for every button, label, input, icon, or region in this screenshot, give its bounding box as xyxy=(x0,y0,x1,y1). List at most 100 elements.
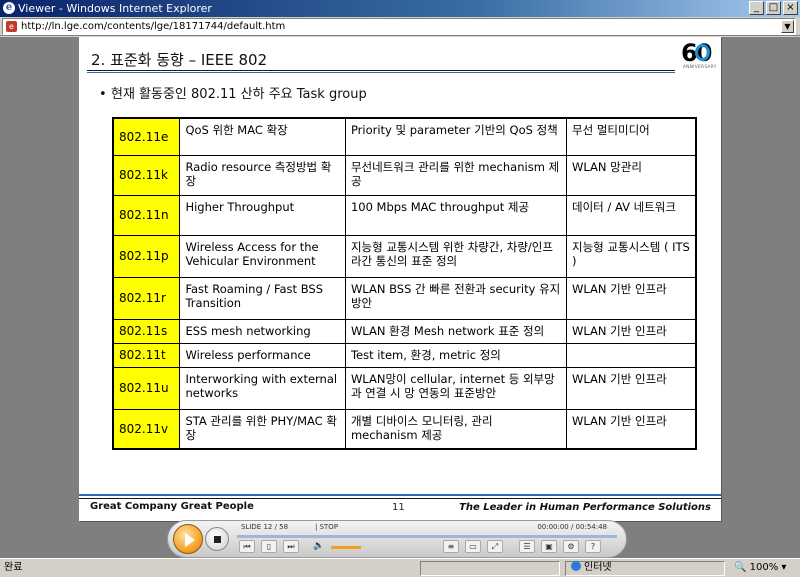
task-group-application: 데이터 / AV 네트워크 xyxy=(566,194,697,236)
table-row: 802.11p Wireless Access for the Vehicular… xyxy=(112,234,697,278)
stop-button[interactable] xyxy=(205,527,229,551)
task-group-code: 802.11k xyxy=(112,154,181,196)
logo-subtitle: ANNIVERSARY xyxy=(683,64,717,69)
zoom-control[interactable]: 🔍 100% ▾ xyxy=(734,559,786,577)
footer-divider-accent xyxy=(79,494,721,496)
play-button[interactable] xyxy=(173,524,203,554)
table-row: 802.11k Radio resource 측정방법 확장 무선네트워크 관리를 … xyxy=(112,154,697,196)
fit-screen-button[interactable]: ▭ xyxy=(465,540,481,553)
task-group-application: WLAN 기반 인프라 xyxy=(566,276,697,320)
zoom-level: 100% xyxy=(749,562,779,573)
footer-tagline: The Leader in Human Performance Solution… xyxy=(459,502,711,513)
maximize-button[interactable]: □ xyxy=(766,1,781,15)
player-display: SLIDE 12 / 58 | STOP 00:00:00 / 00:54:48 xyxy=(233,522,615,533)
task-group-name: Fast Roaming / Fast BSS Transition xyxy=(179,276,346,320)
status-bar: 완료 인터넷 🔍 100% ▾ xyxy=(0,558,800,577)
security-zone: 인터넷 xyxy=(571,559,612,577)
task-group-description: 지능형 교통시스템 위한 차량간, 차량/인프라간 통신의 표준 정의 xyxy=(344,234,568,278)
window-title-bar: e Viewer - Windows Internet Explorer _ □… xyxy=(0,0,800,17)
fullscreen-button[interactable]: ⤢ xyxy=(487,540,503,553)
title-divider xyxy=(87,70,675,71)
task-group-application xyxy=(566,342,697,368)
presentation-player: SLIDE 12 / 58 | STOP 00:00:00 / 00:54:48… xyxy=(167,520,627,558)
task-group-code: 802.11r xyxy=(112,276,181,320)
task-group-description: WLAN BSS 간 빠른 전환과 security 유지 방안 xyxy=(344,276,568,320)
progress-bar[interactable] xyxy=(237,535,617,538)
logo-ring-icon xyxy=(695,44,710,61)
slide-title: 2. 표준화 동향 – IEEE 802 xyxy=(91,51,268,69)
volume-icon[interactable]: 🔈 xyxy=(313,541,324,551)
table-row: 802.11n Higher Throughput 100 Mbps MAC thr… xyxy=(112,194,697,236)
browser-viewport: 2. 표준화 동향 – IEEE 802 60 ANNIVERSARY • 현재 … xyxy=(0,37,800,558)
table-row: 802.11e QoS 위한 MAC 확장 Priority 및 parameter… xyxy=(112,117,697,156)
slide-list-button[interactable]: ▯ xyxy=(261,540,277,553)
task-group-name: Wireless performance xyxy=(179,342,346,368)
task-group-application: WLAN 망관리 xyxy=(566,154,697,196)
task-group-name: Radio resource 측정방법 확장 xyxy=(179,154,346,196)
window-title: Viewer - Windows Internet Explorer xyxy=(18,2,212,15)
task-group-description: 100 Mbps MAC throughput 제공 xyxy=(344,194,568,236)
close-button[interactable]: × xyxy=(783,1,798,15)
table-row: 802.11s ESS mesh networking WLAN 환경 Mesh n… xyxy=(112,318,697,344)
previous-slide-button[interactable]: ⏮ xyxy=(239,540,255,553)
task-group-name: Interworking with external networks xyxy=(179,366,346,410)
status-text: 완료 xyxy=(4,562,23,573)
task-group-application: 무선 멀티미디어 xyxy=(566,117,697,156)
task-group-code: 802.11p xyxy=(112,234,181,278)
task-group-code: 802.11n xyxy=(112,194,181,236)
task-group-application: WLAN 기반 인프라 xyxy=(566,366,697,410)
title-divider-accent xyxy=(87,72,675,73)
task-group-code: 802.11v xyxy=(112,408,181,450)
ie-icon: e xyxy=(3,2,15,14)
task-group-description: 무선네트워크 관리를 위한 mechanism 제공 xyxy=(344,154,568,196)
address-bar: e http://ln.lge.com/contents/lge/1817174… xyxy=(0,17,800,36)
task-group-name: QoS 위한 MAC 확장 xyxy=(179,117,346,156)
window-controls: _ □ × xyxy=(749,1,798,15)
task-group-description: Priority 및 parameter 기반의 QoS 정책 xyxy=(344,117,568,156)
slide: 2. 표준화 동향 – IEEE 802 60 ANNIVERSARY • 현재 … xyxy=(79,37,721,521)
status-pane xyxy=(420,561,560,576)
settings-button[interactable]: ⚙ xyxy=(563,540,579,553)
notes-button[interactable]: ☰ xyxy=(519,540,535,553)
task-group-application: WLAN 기반 인프라 xyxy=(566,408,697,450)
bullet-heading: • 현재 활동중인 802.11 산하 주요 Task group xyxy=(99,83,367,102)
minimize-button[interactable]: _ xyxy=(749,1,764,15)
task-group-code: 802.11s xyxy=(112,318,181,344)
help-button[interactable]: ? xyxy=(585,540,601,553)
address-url: http://ln.lge.com/contents/lge/18171744/… xyxy=(21,21,286,32)
table-row: 802.11r Fast Roaming / Fast BSS Transitio… xyxy=(112,276,697,320)
footer-divider xyxy=(79,498,721,499)
task-group-name: STA 관리를 위한 PHY/MAC 확장 xyxy=(179,408,346,450)
next-slide-button[interactable]: ⏭ xyxy=(283,540,299,553)
volume-slider[interactable] xyxy=(331,546,361,549)
bullet-icon: • xyxy=(99,87,107,102)
table-row: 802.11t Wireless performance Test item, 환경… xyxy=(112,342,697,368)
task-group-code: 802.11u xyxy=(112,366,181,410)
task-group-description: Test item, 환경, metric 정의 xyxy=(344,342,568,368)
task-group-name: ESS mesh networking xyxy=(179,318,346,344)
zone-label: 인터넷 xyxy=(584,562,612,573)
task-group-description: 개별 디바이스 모니터링, 관리 mechanism 제공 xyxy=(344,408,568,450)
task-group-code: 802.11t xyxy=(112,342,181,368)
globe-icon xyxy=(571,561,581,571)
task-group-description: WLAN망이 cellular, internet 등 외부망과 연결 시 망 … xyxy=(344,366,568,410)
page-icon: e xyxy=(6,21,17,32)
address-dropdown-button[interactable]: ▼ xyxy=(781,20,794,33)
slide-counter: SLIDE 12 / 58 xyxy=(241,523,289,531)
playback-state: | STOP xyxy=(315,523,339,531)
address-field[interactable]: e http://ln.lge.com/contents/lge/1817174… xyxy=(2,18,796,35)
page-number: 11 xyxy=(392,502,405,513)
task-group-name: Wireless Access for the Vehicular Enviro… xyxy=(179,234,346,278)
table-row: 802.11v STA 관리를 위한 PHY/MAC 확장 개별 디바이스 모니터링… xyxy=(112,408,697,450)
bullet-text: 현재 활동중인 802.11 산하 주요 Task group xyxy=(111,87,367,102)
task-group-code: 802.11e xyxy=(112,117,181,156)
table-row: 802.11u Interworking with external networ… xyxy=(112,366,697,410)
task-group-application: 지능형 교통시스템 ( ITS ) xyxy=(566,234,697,278)
playback-time: 00:00:00 / 00:54:48 xyxy=(537,523,607,531)
task-group-description: WLAN 환경 Mesh network 표준 정의 xyxy=(344,318,568,344)
task-group-table: 802.11e QoS 위한 MAC 확장 Priority 및 parameter… xyxy=(112,117,697,450)
attachment-button[interactable]: ▣ xyxy=(541,540,557,553)
task-group-application: WLAN 기반 인프라 xyxy=(566,318,697,344)
footer-slogan: Great Company Great People xyxy=(90,501,254,512)
outline-button[interactable]: ≡ xyxy=(443,540,459,553)
